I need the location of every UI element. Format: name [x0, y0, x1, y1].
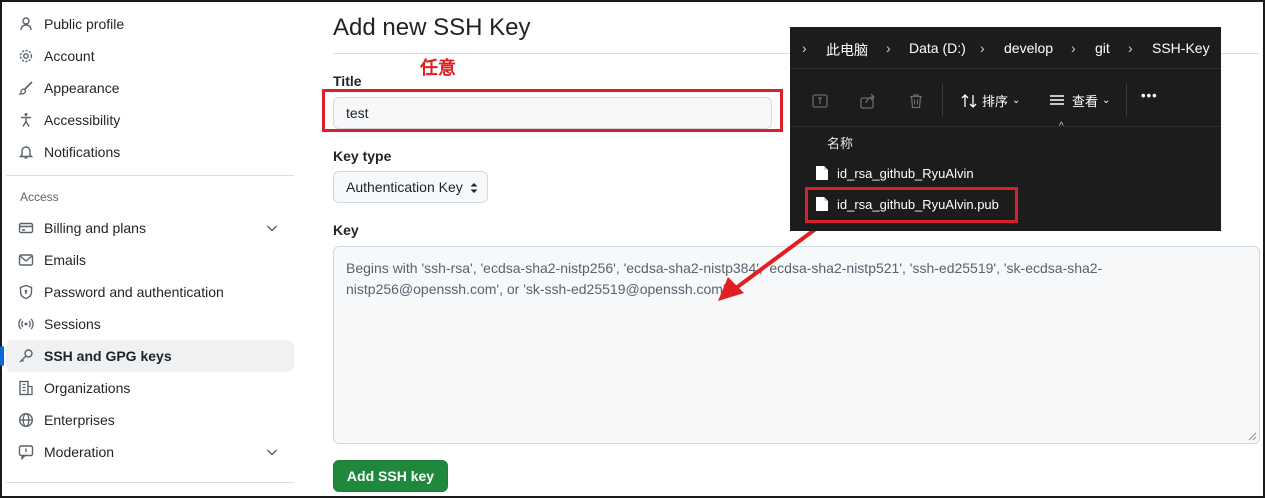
toolbar-divider: [1126, 84, 1127, 116]
breadcrumb-item[interactable]: develop: [1004, 40, 1053, 56]
chevron-right-icon: ›: [886, 40, 891, 56]
key-type-label: Key type: [333, 148, 392, 164]
sidebar-item-label: SSH and GPG keys: [44, 348, 172, 364]
broadcast-icon: [18, 316, 34, 332]
gear-icon: [18, 48, 34, 64]
breadcrumb-item[interactable]: SSH-Key: [1152, 40, 1210, 56]
paintbrush-icon: [18, 80, 34, 96]
sidebar-item-accessibility[interactable]: Accessibility: [6, 104, 294, 136]
sidebar-item-notifications[interactable]: Notifications: [6, 136, 294, 168]
file-name: id_rsa_github_RyuAlvin: [837, 165, 974, 181]
sidebar-item-label: Moderation: [44, 444, 115, 460]
sidebar-item-label: Emails: [44, 252, 87, 268]
credit-card-icon: [18, 220, 34, 236]
breadcrumb-item[interactable]: Data (D:): [909, 40, 966, 56]
sidebar-item-sessions[interactable]: Sessions: [6, 308, 294, 340]
explorer-toolbar: 排序 ⌄ 查看 ⌄ •••: [790, 70, 1221, 127]
sidebar-item-label: Account: [44, 48, 95, 64]
view-label: 查看: [1072, 94, 1099, 109]
sidebar-item-label: Appearance: [44, 80, 120, 96]
select-arrows-icon: [470, 183, 478, 193]
sidebar-item-public-profile[interactable]: Public profile: [6, 8, 294, 40]
key-type-select[interactable]: Authentication Key: [333, 171, 488, 203]
file-icon: [816, 166, 828, 180]
add-ssh-key-button[interactable]: Add SSH key: [333, 460, 448, 492]
more-options-button[interactable]: •••: [1141, 88, 1158, 103]
sidebar-item-label: Billing and plans: [44, 220, 146, 236]
resize-grip-icon[interactable]: [1248, 432, 1257, 441]
sort-button[interactable]: 排序 ⌄: [960, 91, 1020, 110]
chevron-down-icon: ⌄: [1102, 95, 1111, 106]
organization-icon: [18, 380, 34, 396]
sort-label: 排序: [982, 94, 1009, 109]
chevron-right-icon: ›: [980, 40, 985, 56]
bell-icon: [18, 144, 34, 160]
chevron-right-icon: ›: [1071, 40, 1076, 56]
sidebar-bottom-divider: [6, 482, 294, 483]
sidebar-item-billing[interactable]: Billing and plans: [6, 212, 294, 244]
sidebar-item-label: Accessibility: [44, 112, 121, 128]
sidebar-section-access: Access: [20, 190, 59, 204]
sidebar-item-password[interactable]: Password and authentication: [6, 276, 294, 308]
chevron-down-icon[interactable]: [264, 220, 280, 236]
breadcrumb: › 此电脑 › Data (D:) › develop › git › SSH-…: [790, 27, 1221, 69]
title-label: Title: [333, 73, 362, 89]
accessibility-icon: [18, 112, 34, 128]
column-header-name[interactable]: 名称: [827, 133, 853, 152]
settings-sidebar: Public profile Account Appearance Access…: [0, 8, 294, 468]
sidebar-item-account[interactable]: Account: [6, 40, 294, 72]
key-type-value: Authentication Key: [346, 179, 463, 195]
sidebar-item-label: Enterprises: [44, 412, 115, 428]
sidebar-item-emails[interactable]: Emails: [6, 244, 294, 276]
sidebar-item-moderation[interactable]: Moderation: [6, 436, 294, 468]
chevron-down-icon[interactable]: [264, 444, 280, 460]
page-title: Add new SSH Key: [333, 14, 531, 41]
share-icon[interactable]: [858, 91, 878, 111]
chevron-right-icon: ›: [1128, 40, 1133, 56]
sidebar-divider: [6, 175, 294, 176]
chevron-down-icon: ⌄: [1012, 95, 1021, 106]
person-icon: [18, 16, 34, 32]
sidebar-item-label: Organizations: [44, 380, 131, 396]
globe-icon: [18, 412, 34, 428]
sidebar-item-label: Sessions: [44, 316, 101, 332]
annotation-box-pub-file: [805, 187, 1018, 223]
report-icon: [18, 444, 34, 460]
view-button[interactable]: 查看 ⌄: [1048, 91, 1110, 110]
sidebar-item-ssh-gpg-keys[interactable]: SSH and GPG keys: [0, 340, 294, 372]
sidebar-item-enterprises[interactable]: Enterprises: [6, 404, 294, 436]
breadcrumb-item[interactable]: git: [1095, 40, 1110, 56]
title-input[interactable]: [333, 97, 772, 129]
rename-icon[interactable]: [810, 91, 830, 111]
key-icon: [18, 348, 34, 364]
sort-icon: [961, 93, 977, 108]
sidebar-item-label: Notifications: [44, 144, 121, 160]
sort-indicator-icon: ^: [1059, 121, 1064, 132]
delete-icon[interactable]: [906, 91, 926, 111]
view-icon: [1050, 94, 1064, 105]
key-label: Key: [333, 222, 359, 238]
sidebar-item-label: Password and authentication: [44, 284, 224, 300]
toolbar-divider: [942, 84, 943, 116]
breadcrumb-item[interactable]: 此电脑: [826, 40, 868, 60]
mail-icon: [18, 252, 34, 268]
shield-lock-icon: [18, 284, 34, 300]
chevron-right-icon: ›: [802, 40, 807, 56]
sidebar-item-label: Public profile: [44, 16, 125, 32]
file-item[interactable]: id_rsa_github_RyuAlvin: [815, 159, 1195, 187]
sidebar-item-organizations[interactable]: Organizations: [6, 372, 294, 404]
sidebar-item-appearance[interactable]: Appearance: [6, 72, 294, 104]
annotation-text: 任意: [420, 58, 456, 78]
